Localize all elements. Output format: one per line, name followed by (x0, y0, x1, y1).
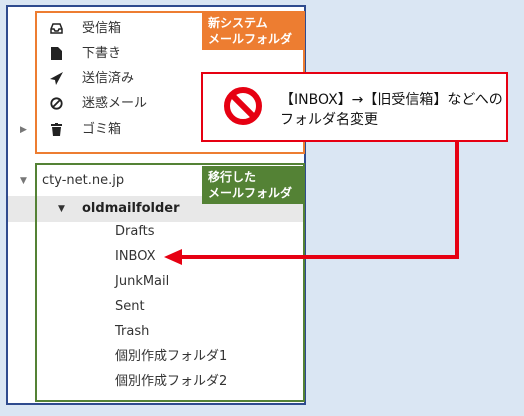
callout-text: 【INBOX】→【旧受信箱】などへの フォルダ名変更 (280, 90, 505, 130)
expand-caret-icon[interactable]: ▶ (20, 119, 27, 141)
parent-folder-label: oldmailfolder (82, 201, 180, 216)
migrated-folders-tag: 移行した メールフォルダ (202, 166, 303, 204)
migrated-folder-sent[interactable]: Sent (115, 296, 145, 318)
connector-vertical-line (455, 140, 459, 258)
file-icon (48, 43, 64, 65)
migrated-folder-trash[interactable]: Trash (115, 321, 149, 343)
rename-warning-callout: 【INBOX】→【旧受信箱】などへの フォルダ名変更 (201, 72, 508, 142)
send-icon (48, 68, 64, 90)
connector-horizontal-line (180, 255, 459, 259)
migrated-folder-junkmail[interactable]: JunkMail (115, 271, 169, 293)
folder-label: 迷惑メール (82, 96, 148, 111)
collapse-caret-icon[interactable]: ▼ (20, 170, 27, 192)
tag-line1: 新システム (208, 16, 268, 30)
folder-label: 送信済み (82, 71, 135, 86)
tag-line2: メールフォルダ (208, 32, 293, 46)
folder-label: 下書き (82, 46, 122, 61)
collapse-caret-icon[interactable]: ▼ (58, 198, 65, 220)
inbox-tray-icon (48, 18, 64, 40)
callout-line1: 【INBOX】→【旧受信箱】などへの (280, 92, 503, 108)
migrated-folder-inbox[interactable]: INBOX (115, 246, 156, 268)
folder-label: ゴミ箱 (82, 122, 122, 137)
new-system-folders-tag: 新システム メールフォルダ (202, 12, 303, 50)
callout-line2: フォルダ名変更 (280, 112, 378, 128)
migrated-folder-custom2[interactable]: 個別作成フォルダ2 (115, 371, 227, 393)
folder-label: 受信箱 (82, 21, 122, 36)
trash-icon (48, 119, 64, 141)
tag-line2: メールフォルダ (208, 186, 293, 200)
tag-line1: 移行した (208, 170, 257, 184)
arrowhead-icon (164, 249, 182, 265)
migrated-folder-drafts[interactable]: Drafts (115, 221, 155, 243)
prohibited-icon (224, 87, 262, 125)
migrated-folder-custom1[interactable]: 個別作成フォルダ1 (115, 346, 227, 368)
block-icon (48, 93, 64, 115)
